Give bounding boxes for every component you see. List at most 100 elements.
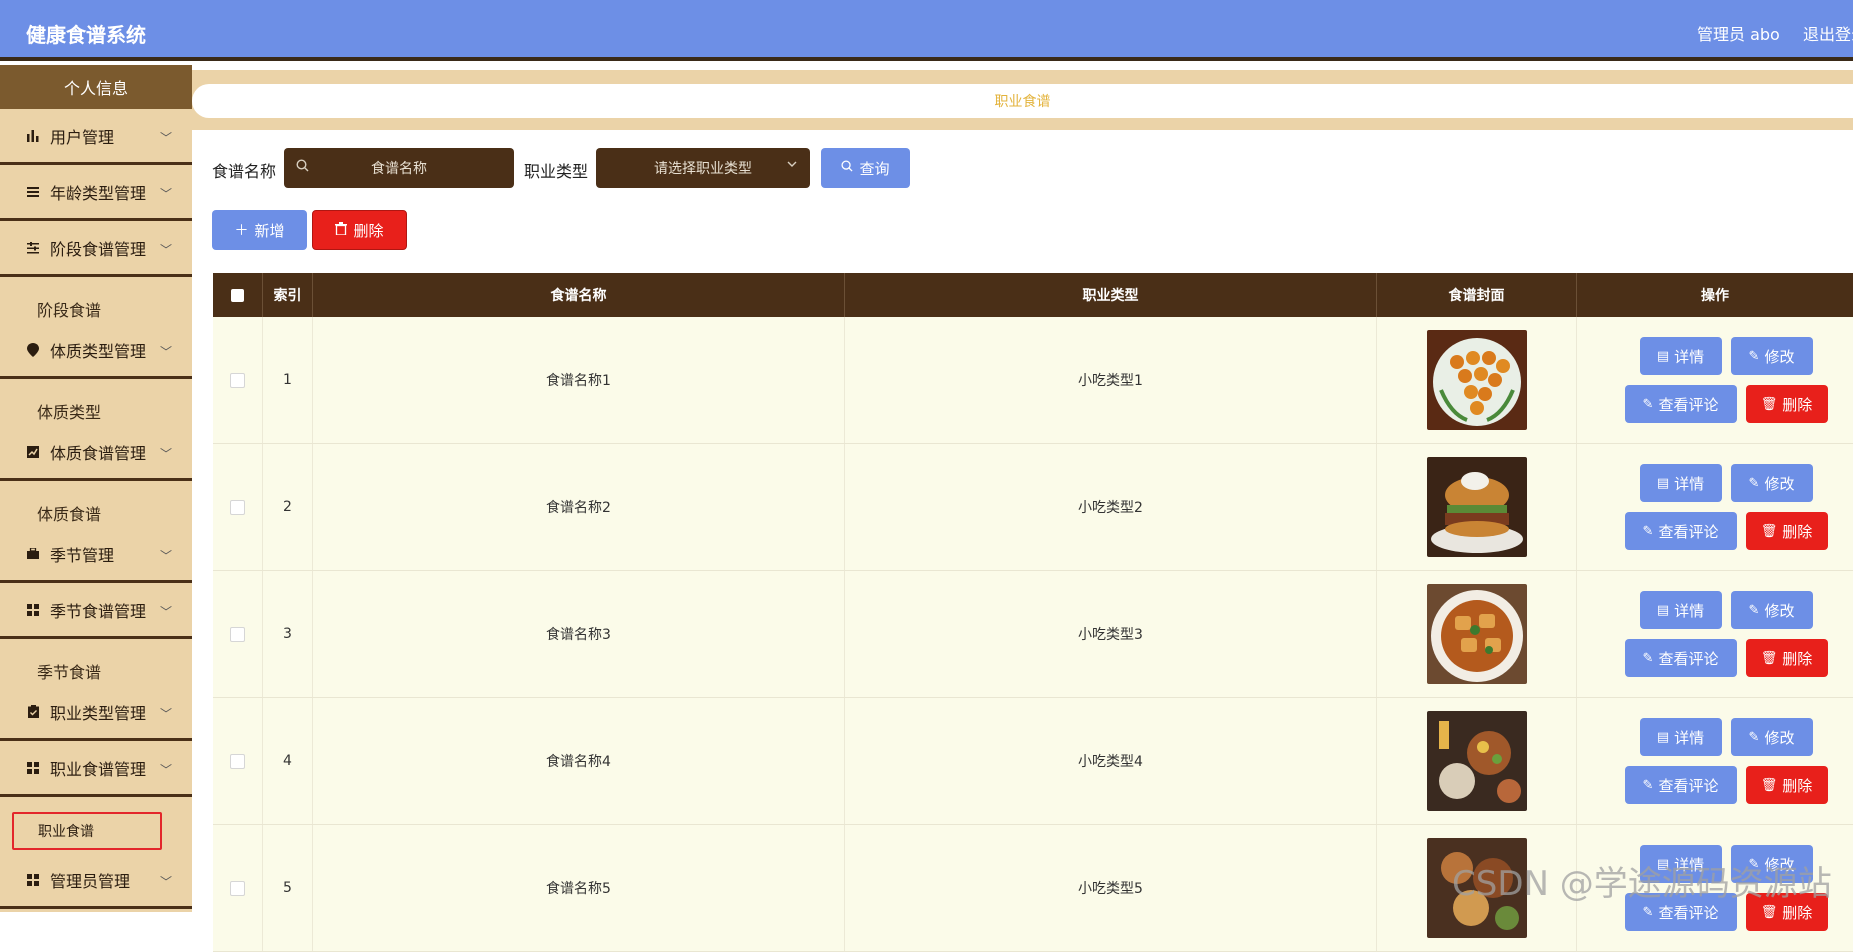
detail-button[interactable]: ▤ 详情 [1639, 337, 1722, 375]
sidebar-item-user-management[interactable]: 用户管理 ﹀ [0, 109, 192, 165]
add-button[interactable]: ＋ 新增 [212, 210, 307, 250]
row-recipe-name: 食谱名称3 [313, 571, 845, 697]
edit-button[interactable]: ✎ 修改 [1730, 464, 1813, 502]
delete-button[interactable]: 🗑 删除 [1745, 766, 1828, 804]
logout-link[interactable]: 退出登录 [1803, 21, 1853, 45]
document-icon: ▤ [1656, 348, 1670, 364]
row-index: 1 [263, 317, 313, 443]
add-button-label: 新增 [254, 221, 285, 240]
recipe-cover-image[interactable] [1426, 330, 1527, 430]
chevron-down-icon: ﹀ [159, 345, 172, 359]
sidebar-item-age-type-management[interactable]: 年龄类型管理 ﹀ [0, 165, 192, 221]
pencil-icon: ✎ [1748, 602, 1760, 618]
view-comments-button[interactable]: ✎ 查看评论 [1624, 639, 1737, 677]
briefcase-icon [26, 547, 40, 561]
delete-button[interactable]: 🗑 删除 [1745, 385, 1828, 423]
sidebar-item-season-recipe-management[interactable]: 季节食谱管理 ﹀ [0, 583, 192, 639]
sidebar-item-constitution-recipe-management[interactable]: 体质食谱管理 ﹀ [0, 425, 192, 481]
row-checkbox[interactable] [213, 571, 263, 697]
career-type-select[interactable]: 请选择职业类型 [596, 148, 810, 188]
sidebar-item-admin-management[interactable]: 管理员管理 ﹀ [0, 853, 192, 909]
detail-button[interactable]: ▤ 详情 [1639, 718, 1722, 756]
breadcrumb: 职业食谱 [192, 84, 1853, 118]
location-icon [26, 342, 40, 357]
row-checkbox[interactable] [213, 444, 263, 570]
trash-icon: 🗑 [1760, 396, 1778, 412]
chevron-down-icon: ﹀ [159, 447, 172, 461]
row-cover-cell [1377, 698, 1577, 824]
edit-button[interactable]: ✎ 修改 [1730, 591, 1813, 629]
row-checkbox[interactable] [213, 698, 263, 824]
sidebar-subitem-career-recipe[interactable]: 职业食谱 [12, 812, 162, 850]
sliders-icon [26, 241, 40, 255]
sidebar-item-season-management[interactable]: 季节管理 ﹀ [0, 527, 192, 583]
pencil-icon: ✎ [1748, 729, 1760, 745]
trend-icon [26, 445, 40, 459]
sidebar-item-label: 管理员管理 [50, 871, 131, 891]
header-career-type: 职业类型 [845, 273, 1377, 317]
breadcrumb-bar: 职业食谱 [192, 70, 1853, 130]
sidebar-subitem-stage-recipe[interactable]: 阶段食谱 [37, 297, 101, 321]
search-icon [841, 160, 854, 176]
detail-button[interactable]: ▤ 详情 [1639, 464, 1722, 502]
list-icon [26, 185, 40, 199]
row-checkbox[interactable] [213, 317, 263, 443]
sidebar-item-label: 职业食谱管理 [50, 759, 147, 779]
sidebar-subitem-constitution-type[interactable]: 体质类型 [37, 399, 101, 423]
view-comments-button[interactable]: ✎ 查看评论 [1624, 385, 1737, 423]
plus-icon: ＋ [234, 223, 249, 239]
recipe-name-label: 食谱名称 [212, 162, 277, 181]
recipe-name-search-input[interactable]: 食谱名称 [284, 148, 514, 188]
recipe-cover-image[interactable] [1426, 584, 1527, 684]
recipe-cover-image[interactable] [1426, 711, 1527, 811]
header-index: 索引 [263, 273, 313, 317]
detail-button[interactable]: ▤ 详情 [1639, 591, 1722, 629]
sidebar-item-profile[interactable]: 个人信息 [0, 65, 192, 109]
batch-delete-button[interactable]: 删除 [312, 210, 407, 250]
sidebar-item-constitution-type-management[interactable]: 体质类型管理 ﹀ [0, 323, 192, 379]
watermark: CSDN @学途源码资源站 [1452, 864, 1832, 904]
sidebar-subitem-season-recipe[interactable]: 季节食谱 [37, 659, 101, 683]
row-checkbox[interactable] [213, 825, 263, 951]
row-actions: ▤ 详情 ✎ 修改 ✎ 查看评论 🗑 删除 [1577, 317, 1853, 443]
document-icon: ▤ [1656, 602, 1670, 618]
chevron-down-icon: ﹀ [159, 243, 172, 257]
chevron-down-icon: ﹀ [159, 131, 172, 145]
sidebar-item-career-recipe-management[interactable]: 职业食谱管理 ﹀ [0, 741, 192, 797]
row-actions: ▤ 详情 ✎ 修改 ✎ 查看评论 🗑 删除 [1577, 444, 1853, 570]
pencil-icon: ✎ [1748, 348, 1760, 364]
top-header: 健康食谱系统 管理员 abo 退出登录 [0, 0, 1853, 61]
row-career-type: 小吃类型1 [845, 317, 1377, 443]
row-actions: ▤ 详情 ✎ 修改 ✎ 查看评论 🗑 删除 [1577, 698, 1853, 824]
delete-button[interactable]: 🗑 删除 [1745, 639, 1828, 677]
row-recipe-name: 食谱名称5 [313, 825, 845, 951]
edit-button[interactable]: ✎ 修改 [1730, 337, 1813, 375]
app-title: 健康食谱系统 [26, 23, 146, 47]
sidebar-item-career-type-management[interactable]: 职业类型管理 ﹀ [0, 685, 192, 741]
delete-button[interactable]: 🗑 删除 [1745, 512, 1828, 550]
chevron-down-icon: ﹀ [159, 549, 172, 563]
row-recipe-name: 食谱名称1 [313, 317, 845, 443]
edit-button[interactable]: ✎ 修改 [1730, 718, 1813, 756]
header-cover: 食谱封面 [1377, 273, 1577, 317]
trash-icon [335, 221, 348, 239]
chevron-down-icon [786, 158, 798, 173]
chevron-down-icon: ﹀ [159, 187, 172, 201]
row-cover-cell [1377, 444, 1577, 570]
query-button[interactable]: 查询 [821, 148, 910, 188]
sidebar-item-label: 季节食谱管理 [50, 601, 147, 621]
pencil-icon: ✎ [1642, 396, 1654, 412]
document-icon: ▤ [1656, 475, 1670, 491]
select-all-checkbox[interactable] [213, 273, 263, 317]
view-comments-button[interactable]: ✎ 查看评论 [1624, 766, 1737, 804]
pencil-icon: ✎ [1642, 523, 1654, 539]
table-row: 2 食谱名称2 小吃类型2 ▤ 详情 ✎ 修改 ✎ 查看评论 🗑 删除 [213, 444, 1853, 571]
row-recipe-name: 食谱名称2 [313, 444, 845, 570]
recipe-cover-image[interactable] [1426, 457, 1527, 557]
sidebar-item-stage-recipe-management[interactable]: 阶段食谱管理 ﹀ [0, 221, 192, 277]
row-career-type: 小吃类型3 [845, 571, 1377, 697]
admin-user-label[interactable]: 管理员 abo [1697, 21, 1780, 45]
view-comments-button[interactable]: ✎ 查看评论 [1624, 512, 1737, 550]
sidebar-subitem-constitution-recipe[interactable]: 体质食谱 [37, 501, 101, 525]
table-row: 3 食谱名称3 小吃类型3 ▤ 详情 ✎ 修改 ✎ 查看评论 🗑 删除 [213, 571, 1853, 698]
